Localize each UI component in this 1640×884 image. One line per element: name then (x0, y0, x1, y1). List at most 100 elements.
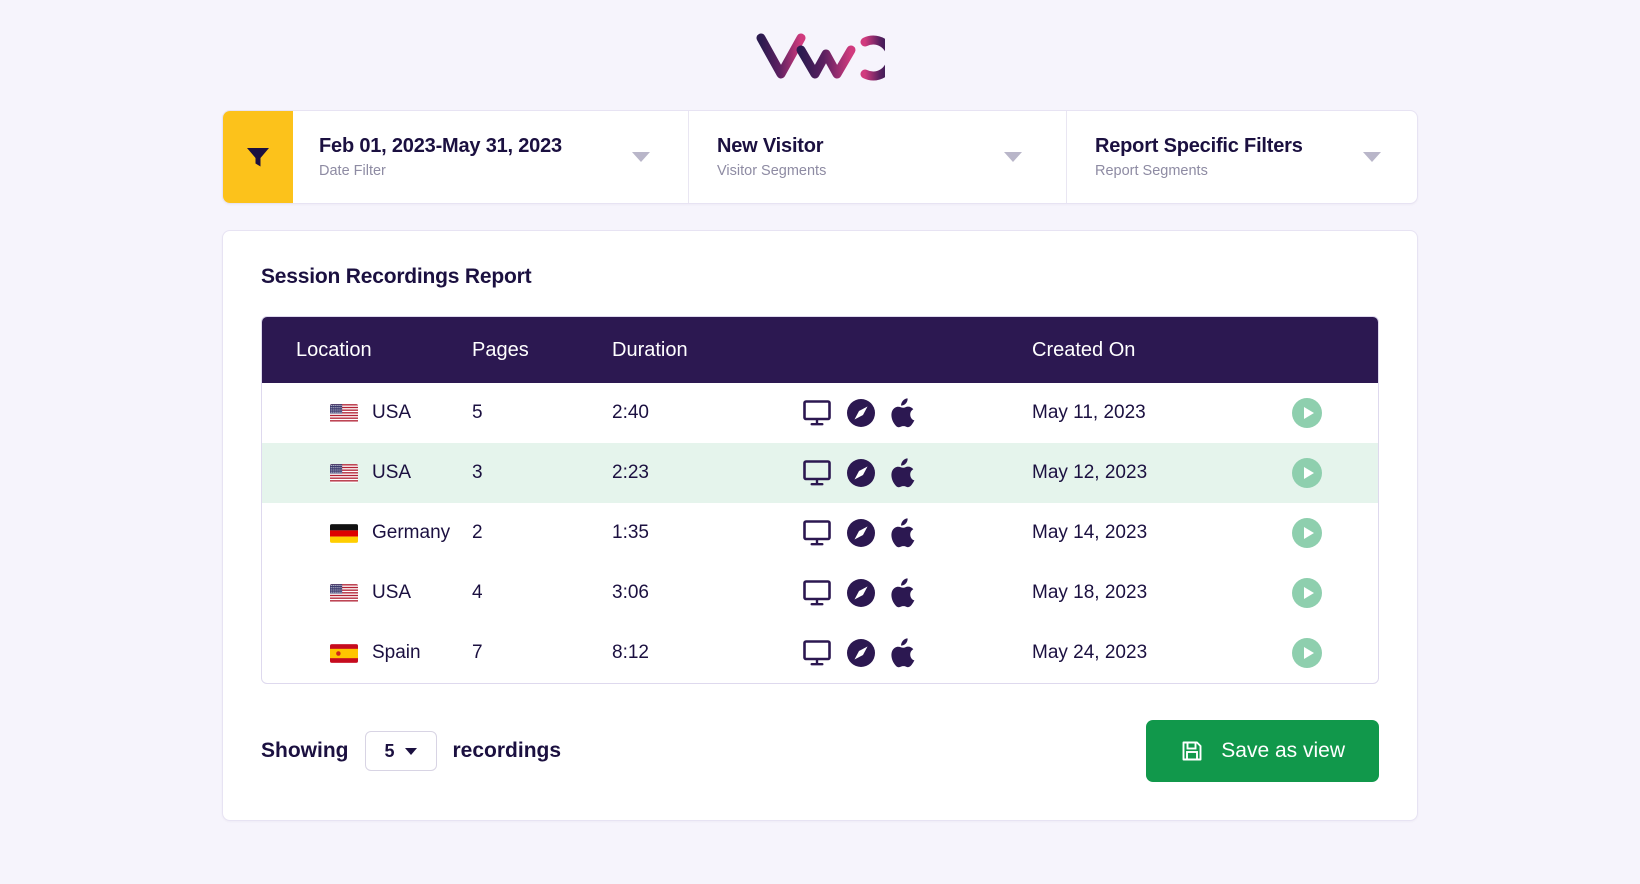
flag-usa (330, 403, 358, 423)
play-recording-button[interactable] (1292, 518, 1322, 548)
column-header-location: Location (262, 317, 472, 383)
flag-usa (330, 583, 358, 603)
table-row[interactable]: Spain 7 8:12 May 24, 2023 (262, 623, 1378, 683)
safari-icon (847, 639, 875, 667)
table-body: USA 5 2:40 May 11, 2023 USA 3 2:23 May 12, 2023… (262, 383, 1378, 683)
cell-location: USA (262, 563, 472, 623)
apple-icon (891, 518, 915, 548)
cell-duration: 3:06 (612, 582, 649, 603)
play-icon (1303, 587, 1314, 599)
cell-pages: 2 (472, 522, 483, 543)
play-recording-button[interactable] (1292, 638, 1322, 668)
app-logo-container (0, 0, 1640, 110)
cell-device-info (802, 383, 1032, 443)
column-header-play (1292, 317, 1378, 383)
cell-device-info (802, 443, 1032, 503)
apple-icon (891, 398, 915, 428)
save-disk-icon (1182, 741, 1202, 761)
recordings-label: recordings (452, 739, 562, 762)
cell-pages: 7 (472, 642, 483, 663)
cell-play (1292, 443, 1378, 503)
column-header-created-on: Created On (1032, 317, 1292, 383)
cell-pages: 3 (472, 443, 612, 503)
cell-play (1292, 383, 1378, 443)
visitor-segment-label: Visitor Segments (717, 162, 827, 179)
column-header-device (802, 317, 1032, 383)
table-row[interactable]: USA 5 2:40 May 11, 2023 (262, 383, 1378, 443)
showing-label: Showing (261, 739, 349, 762)
desktop-icon (803, 460, 831, 486)
safari-icon (847, 519, 875, 547)
cell-location: Germany (262, 503, 472, 563)
cell-play (1292, 623, 1378, 683)
flag-germany (330, 523, 358, 543)
column-header-pages: Pages (472, 317, 612, 383)
vwo-logo (756, 33, 885, 81)
recordings-table: Location Pages Duration Created On USA 5 2… (262, 317, 1378, 683)
play-icon (1303, 407, 1314, 419)
page-title: Session Recordings Report (261, 265, 532, 288)
flag-spain (330, 643, 358, 663)
apple-icon (891, 638, 915, 668)
safari-icon (847, 459, 875, 487)
cell-created-on: May 14, 2023 (1032, 522, 1148, 543)
cell-created-on: May 12, 2023 (1032, 443, 1292, 503)
cell-location: Spain (262, 623, 472, 683)
recordings-count-select[interactable]: 5 (364, 731, 437, 771)
table-header: Location Pages Duration Created On (262, 317, 1378, 383)
funnel-icon-button[interactable] (223, 111, 293, 203)
visitor-segment-value: New Visitor (717, 134, 824, 157)
flag-usa (330, 463, 358, 483)
chevron-down-icon[interactable] (1363, 152, 1381, 162)
location-label: Germany (372, 522, 451, 543)
cell-play (1292, 503, 1378, 563)
date-filter-value: Feb 01, 2023-May 31, 2023 (319, 134, 562, 157)
desktop-icon (803, 580, 831, 606)
table-header-row: Location Pages Duration Created On (262, 317, 1378, 383)
apple-icon (891, 458, 915, 488)
table-row[interactable]: Germany 2 1:35 May 14, 2023 (262, 503, 1378, 563)
cell-duration: 2:23 (612, 443, 802, 503)
cell-created-on: May 18, 2023 (1032, 582, 1148, 603)
table-row[interactable]: USA 4 3:06 May 18, 2023 (262, 563, 1378, 623)
desktop-icon (803, 640, 831, 666)
location-label: USA (372, 582, 412, 603)
recordings-count-value: 5 (384, 740, 395, 761)
date-filter[interactable]: Feb 01, 2023-May 31, 2023 Date Filter (223, 111, 689, 203)
filter-bar: Feb 01, 2023-May 31, 2023 Date Filter Ne… (222, 110, 1418, 204)
cell-created-on: May 24, 2023 (1032, 642, 1148, 663)
table-footer: Showing 5 recordings Save as view (261, 720, 1379, 782)
recordings-table-container: Location Pages Duration Created On USA 5 2… (261, 316, 1379, 684)
table-row[interactable]: USA 3 2:23 May 12, 2023 (262, 443, 1378, 503)
save-as-view-label: Save as view (1221, 739, 1345, 762)
desktop-icon (803, 400, 831, 426)
cell-duration: 8:12 (612, 642, 649, 663)
cell-pages: 5 (472, 402, 483, 423)
chevron-down-icon[interactable] (1004, 152, 1022, 162)
report-segment-filter[interactable]: Report Specific Filters Report Segments (1067, 111, 1417, 203)
play-recording-button[interactable] (1292, 398, 1322, 428)
save-as-view-button[interactable]: Save as view (1146, 720, 1379, 782)
play-icon (1303, 467, 1314, 479)
safari-icon (847, 399, 875, 427)
funnel-icon (247, 148, 269, 167)
pagination-control: Showing 5 recordings (261, 731, 561, 771)
location-label: USA (372, 462, 412, 483)
play-icon (1303, 527, 1314, 539)
report-segment-value: Report Specific Filters (1095, 134, 1303, 157)
location-label: USA (372, 402, 412, 423)
cell-device-info (802, 503, 1032, 563)
visitor-segment-filter[interactable]: New Visitor Visitor Segments (689, 111, 1067, 203)
apple-icon (891, 578, 915, 608)
cell-location: USA (262, 443, 472, 503)
chevron-down-icon[interactable] (632, 152, 650, 162)
play-recording-button[interactable] (1292, 458, 1322, 488)
safari-icon (847, 579, 875, 607)
report-segment-label: Report Segments (1095, 162, 1208, 179)
cell-device-info (802, 563, 1032, 623)
play-icon (1303, 647, 1314, 659)
column-header-duration: Duration (612, 317, 802, 383)
play-recording-button[interactable] (1292, 578, 1322, 608)
desktop-icon (803, 520, 831, 546)
location-label: Spain (372, 642, 421, 663)
